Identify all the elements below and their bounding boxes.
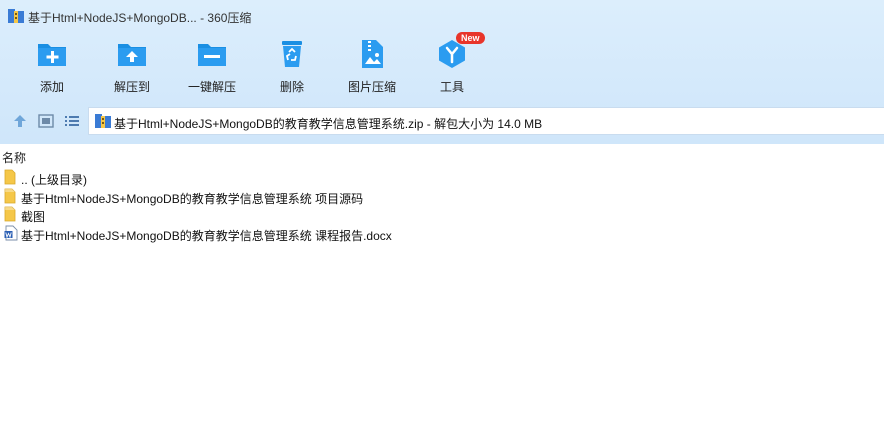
one-click-extract-icon [198, 44, 226, 66]
list-view-icon[interactable] [64, 113, 80, 129]
add-label: 添加 [39, 80, 64, 94]
address-row: 基于Html+NodeJS+MongoDB的教育教学信息管理系统.zip - 解… [0, 104, 884, 138]
delete-label: 删除 [279, 80, 304, 94]
list-item[interactable]: 截图 [0, 205, 884, 224]
list-item-parent-dir[interactable]: .. (上级目录) [0, 168, 884, 187]
word-document-icon [4, 225, 18, 241]
list-item-name: 基于Html+NodeJS+MongoDB的教育教学信息管理系统 课程报告.do… [21, 229, 392, 243]
recycle-bin-icon [282, 41, 302, 67]
title-bar[interactable]: 基于Html+NodeJS+MongoDB... - 360压缩 [0, 0, 884, 32]
header-area: 基于Html+NodeJS+MongoDB... - 360压缩 添加 解压到 [0, 0, 884, 144]
window-title: 基于Html+NodeJS+MongoDB... - 360压缩 [28, 11, 252, 25]
list-item[interactable]: 基于Html+NodeJS+MongoDB的教育教学信息管理系统 项目源码 [0, 187, 884, 206]
address-path: 基于Html+NodeJS+MongoDB的教育教学信息管理系统.zip - 解… [114, 117, 543, 131]
list-item-name: 截图 [21, 210, 46, 224]
tools-button[interactable]: New 工具 [412, 32, 492, 98]
up-arrow-icon[interactable] [12, 113, 28, 129]
column-name-label: 名称 [2, 151, 27, 165]
image-compress-button[interactable]: 图片压缩 [332, 34, 412, 98]
delete-button[interactable]: 删除 [252, 34, 332, 98]
extract-to-label: 解压到 [113, 80, 150, 94]
image-compress-label: 图片压缩 [347, 80, 396, 94]
list-item-name: .. (上级目录) [21, 173, 87, 187]
add-button[interactable]: 添加 [12, 34, 92, 98]
column-header-name[interactable]: 名称 [0, 146, 884, 165]
folder-icon [4, 169, 16, 185]
archive-app-icon [8, 9, 24, 23]
toolbar: 添加 解压到 一键解压 删除 图片压缩 New 工具 [0, 32, 884, 100]
one-click-extract-label: 一键解压 [187, 80, 236, 94]
list-item[interactable]: 基于Html+NodeJS+MongoDB的教育教学信息管理系统 课程报告.do… [0, 224, 884, 243]
image-compress-icon [362, 40, 383, 68]
new-badge: New [456, 32, 485, 44]
add-file-icon [38, 44, 66, 66]
folder-icon [4, 206, 16, 222]
thumbnail-view-icon[interactable] [38, 113, 54, 129]
tools-label: 工具 [439, 80, 464, 94]
address-bar[interactable]: 基于Html+NodeJS+MongoDB的教育教学信息管理系统.zip - 解… [88, 107, 884, 135]
zip-archive-icon [95, 114, 111, 128]
extract-to-button[interactable]: 解压到 [92, 34, 172, 98]
one-click-extract-button[interactable]: 一键解压 [172, 34, 252, 98]
folder-icon [4, 188, 16, 204]
extract-to-icon [118, 44, 146, 66]
